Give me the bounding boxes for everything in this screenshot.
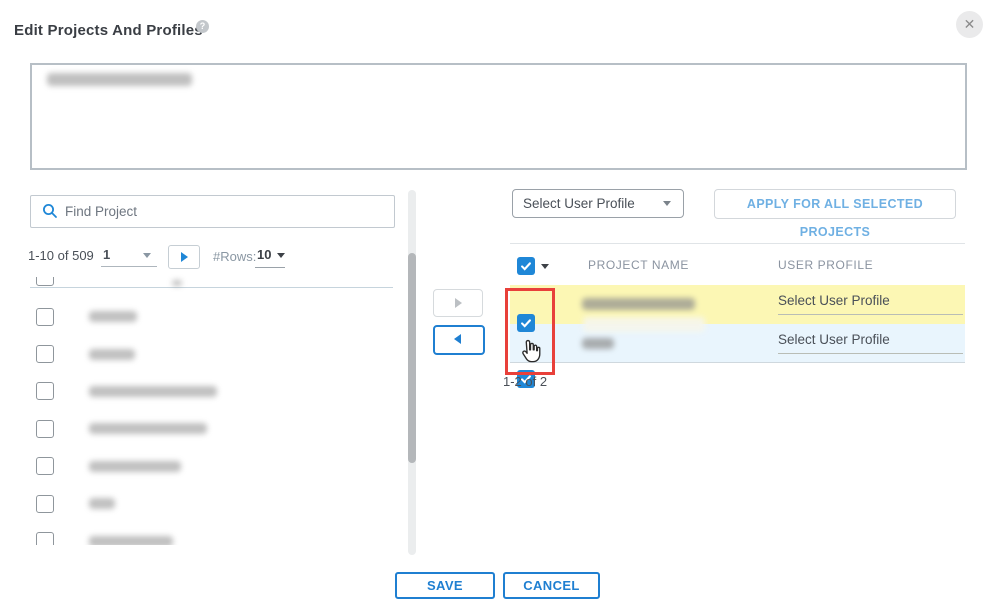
rows-per-page-selector[interactable]: 10	[255, 244, 285, 268]
apply-all-button[interactable]: APPLY FOR ALL SELECTED PROJECTS	[714, 189, 956, 239]
checkbox[interactable]	[36, 382, 54, 401]
move-right-button[interactable]	[433, 289, 483, 317]
column-header-user-profile: USER PROFILE	[778, 258, 874, 272]
column-header-project-name: PROJECT NAME	[588, 258, 689, 272]
arrow-left-icon	[454, 334, 461, 344]
list-item[interactable]	[30, 485, 393, 522]
rows-value: 10	[257, 247, 272, 262]
list-item-partial	[36, 277, 56, 287]
page-selector[interactable]: 1	[101, 244, 157, 267]
redacted-project-name	[582, 338, 614, 349]
checkbox[interactable]	[36, 345, 54, 364]
redacted-overlay	[583, 317, 705, 332]
profile-select-value: Select User Profile	[778, 332, 890, 347]
arrow-right-icon	[455, 298, 462, 308]
chevron-down-icon	[143, 253, 151, 258]
table-count: 1-2 of 2	[503, 374, 548, 389]
row1-profile-select[interactable]: Select User Profile	[778, 292, 963, 315]
next-page-button[interactable]	[168, 245, 200, 269]
page-underline	[101, 266, 157, 267]
project-list	[30, 298, 393, 545]
pagination-range: 1-10 of 509	[28, 248, 94, 263]
edit-projects-dialog: Edit Projects And Profiles ? ✕ 1-10 of 5…	[0, 0, 997, 616]
checkbox[interactable]	[36, 494, 54, 513]
find-project-search	[30, 195, 395, 228]
chevron-down-icon[interactable]	[541, 264, 549, 269]
dialog-title: Edit Projects And Profiles	[14, 22, 203, 39]
table-top-border	[510, 243, 965, 244]
redacted-project-name	[89, 348, 135, 360]
list-item[interactable]	[30, 522, 393, 545]
redacted-project-name	[89, 460, 181, 472]
redacted-project-name	[89, 385, 217, 397]
check-icon	[521, 262, 531, 271]
rows-underline	[255, 267, 285, 268]
redacted-text	[172, 280, 182, 286]
scrollbar-thumb[interactable]	[408, 253, 416, 463]
list-item[interactable]	[30, 373, 393, 410]
redacted-project-name	[89, 423, 207, 435]
chevron-down-icon	[663, 201, 671, 206]
chevron-down-icon	[277, 253, 285, 258]
checkbox[interactable]	[36, 419, 54, 438]
select-all-checkbox[interactable]	[517, 257, 535, 275]
rows-label: #Rows:	[213, 249, 257, 264]
row2-profile-select[interactable]: Select User Profile	[778, 331, 963, 354]
redacted-project-name	[89, 535, 173, 545]
mouse-cursor-icon	[517, 338, 544, 370]
play-right-icon	[181, 252, 188, 262]
redacted-project-name	[582, 298, 695, 310]
redacted-project-name	[89, 498, 115, 510]
user-profile-dropdown[interactable]: Select User Profile	[512, 189, 684, 218]
list-item[interactable]	[30, 410, 393, 447]
list-item[interactable]	[30, 298, 393, 335]
help-icon[interactable]: ?	[196, 20, 209, 33]
checkbox[interactable]	[36, 277, 54, 286]
close-icon[interactable]: ✕	[956, 11, 983, 38]
move-left-button[interactable]	[433, 325, 485, 355]
list-divider	[30, 287, 393, 288]
checkbox[interactable]	[36, 307, 54, 326]
save-button[interactable]: SAVE	[395, 572, 495, 599]
cancel-button[interactable]: CANCEL	[503, 572, 600, 599]
checkbox[interactable]	[36, 457, 54, 476]
dropdown-value: Select User Profile	[523, 196, 635, 211]
list-item[interactable]	[30, 335, 393, 372]
redacted-project-name	[89, 311, 137, 323]
list-item[interactable]	[30, 448, 393, 485]
search-icon	[42, 203, 58, 224]
page-value: 1	[103, 247, 111, 262]
checkbox[interactable]	[36, 532, 54, 545]
recipients-box[interactable]	[30, 63, 967, 170]
profile-select-value: Select User Profile	[778, 293, 890, 308]
redacted-email	[47, 73, 192, 86]
search-input[interactable]	[63, 197, 387, 226]
